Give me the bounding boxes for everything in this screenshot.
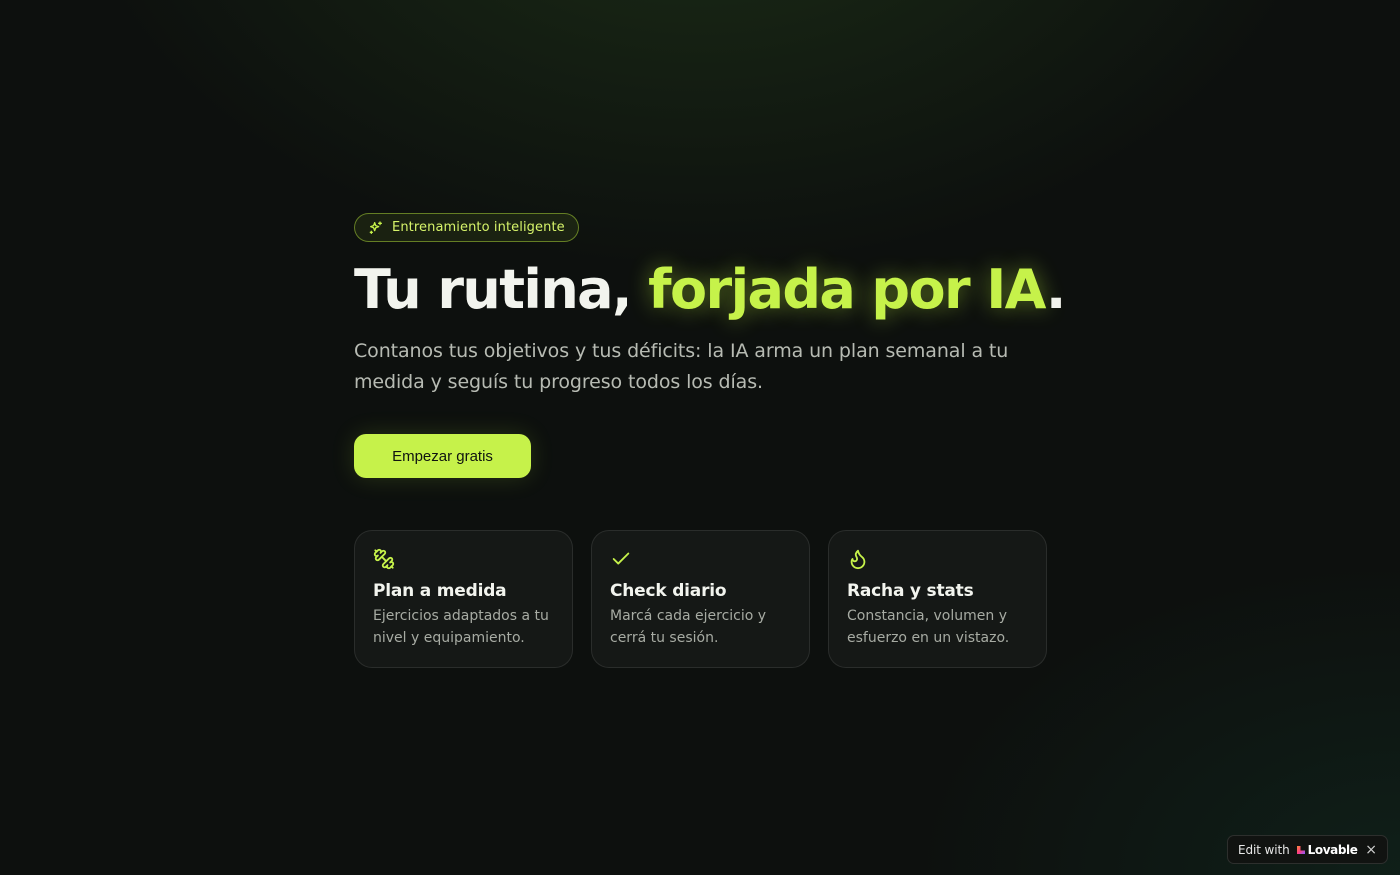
flame-icon <box>847 548 869 570</box>
edit-with-lovable-widget[interactable]: Edit with Lovable × <box>1227 835 1388 864</box>
feature-card-stats: Racha y stats Constancia, volumen y esfu… <box>828 530 1047 668</box>
title-accent: forjada por IA <box>648 258 1047 321</box>
check-icon <box>610 548 632 570</box>
badge-label: Entrenamiento inteligente <box>392 220 565 235</box>
feature-title: Plan a medida <box>373 581 507 601</box>
feature-card-plan: Plan a medida Ejercicios adaptados a tu … <box>354 530 573 668</box>
feature-card-check: Check diario Marcá cada ejercicio y cerr… <box>591 530 810 668</box>
start-free-button[interactable]: Empezar gratis <box>354 434 531 478</box>
feature-badge: Entrenamiento inteligente <box>354 213 579 242</box>
lovable-logo[interactable]: Lovable <box>1296 843 1358 857</box>
page-title: Tu rutina, forjada por IA. <box>354 258 1066 322</box>
feature-title: Check diario <box>610 581 727 601</box>
dumbbell-icon <box>373 548 395 570</box>
lovable-heart-icon <box>1296 845 1305 854</box>
feature-cards: Plan a medida Ejercicios adaptados a tu … <box>354 530 1054 668</box>
close-icon[interactable]: × <box>1365 843 1377 857</box>
hero-section: Entrenamiento inteligente Tu rutina, for… <box>354 213 1066 668</box>
feature-title: Racha y stats <box>847 581 974 601</box>
title-main: Tu rutina, <box>354 258 649 321</box>
feature-description: Marcá cada ejercicio y cerrá tu sesión. <box>610 608 767 646</box>
lovable-brand-label: Lovable <box>1307 842 1358 857</box>
hero-subtitle: Contanos tus objetivos y tus déficits: l… <box>354 340 1009 393</box>
sparkles-icon <box>368 220 384 236</box>
feature-description: Constancia, volumen y esfuerzo en un vis… <box>847 608 1010 646</box>
edit-with-label[interactable]: Edit with <box>1238 843 1290 857</box>
title-period: . <box>1045 258 1067 321</box>
feature-description: Ejercicios adaptados a tu nivel y equipa… <box>373 608 549 646</box>
